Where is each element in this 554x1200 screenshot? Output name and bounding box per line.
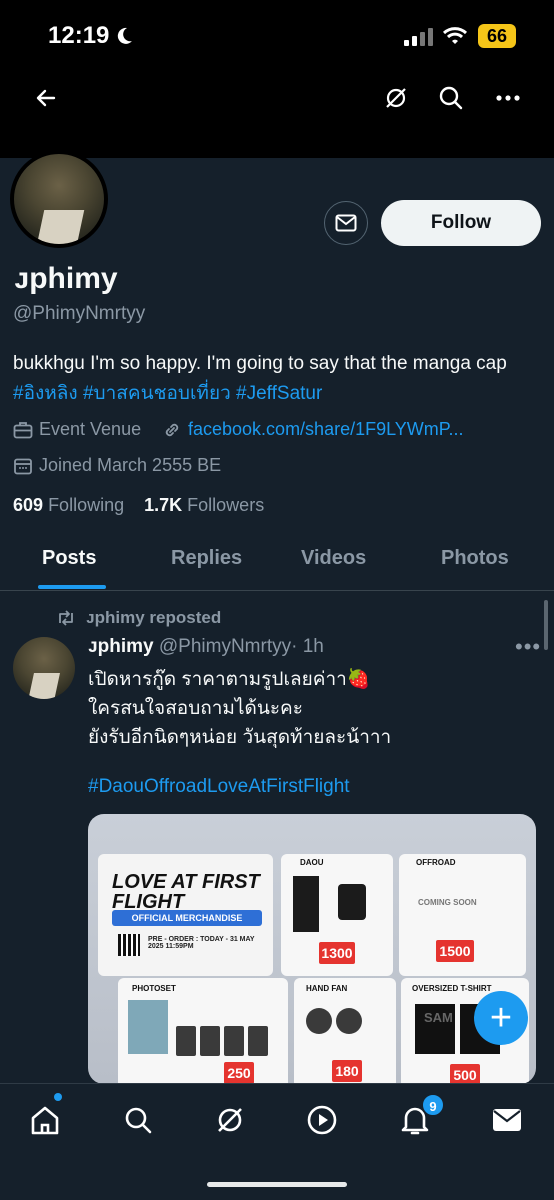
profile-joined: Joined March 2555 BE (13, 455, 221, 476)
fan-thumb (336, 1008, 362, 1034)
search-button[interactable] (433, 80, 469, 116)
search-icon (125, 1107, 152, 1134)
message-button[interactable] (324, 201, 368, 245)
price-tag: 1500 (436, 940, 474, 962)
follow-button[interactable]: Follow (381, 200, 541, 246)
bio-hashtag[interactable]: #บาสคนชอบเที่ยว (83, 383, 231, 404)
grok-button[interactable] (378, 80, 414, 116)
link-icon (165, 423, 179, 436)
tab-posts[interactable]: Posts (42, 547, 96, 570)
home-indicator (207, 1182, 347, 1187)
follow-counts: 609 Following 1.7K Followers (13, 495, 264, 516)
link-text[interactable]: facebook.com/share/1F9LYWmP... (188, 419, 463, 440)
nav-home[interactable] (25, 1100, 65, 1140)
promo-preorder: PRE - ORDER : TODAY - 31 MAY 2025 11:59P… (148, 936, 255, 950)
followers-link[interactable]: 1.7K Followers (144, 495, 264, 515)
coming-soon-text: COMING SOON (418, 898, 477, 907)
battery-indicator: 66 (478, 24, 516, 48)
bio-text: bukkhgu I'm so happy. I'm going to say t… (13, 353, 507, 374)
card-title: DAOU (300, 858, 324, 867)
repost-icon (59, 610, 73, 626)
price-tag: 250 (224, 1062, 254, 1084)
briefcase-icon (13, 421, 33, 438)
lightstick-box (293, 876, 319, 932)
more-horizontal-icon (496, 95, 520, 101)
profile-bio: bukkhgu I'm so happy. I'm going to say t… (13, 349, 543, 409)
nav-messages[interactable] (487, 1100, 527, 1140)
tab-videos[interactable]: Videos (301, 547, 366, 570)
price-tag: 180 (332, 1060, 362, 1082)
photobook (128, 1000, 168, 1054)
bio-hashtag[interactable]: #JeffSatur (236, 383, 322, 404)
post-time: · 1h (291, 636, 324, 657)
joined-text: Joined March 2555 BE (39, 455, 222, 475)
profile-link[interactable]: facebook.com/share/1F9LYWmP... (162, 419, 463, 440)
post-author-name[interactable]: ᴊphimy (88, 636, 154, 657)
lightstick (338, 884, 366, 920)
following-label: Following (48, 495, 125, 515)
post-author-handle[interactable]: @PhimyNmrtyy (159, 636, 291, 657)
play-circle-icon (307, 1105, 337, 1135)
home-icon (31, 1106, 59, 1135)
followers-label: Followers (187, 495, 265, 515)
tab-replies[interactable]: Replies (171, 547, 242, 570)
notification-count-badge: 9 (421, 1093, 445, 1117)
moon-icon (117, 27, 132, 44)
following-link[interactable]: 609 Following (13, 495, 124, 515)
plus-icon: + (489, 997, 513, 1039)
card-title: OVERSIZED T-SHIRT (412, 984, 492, 993)
profile-avatar[interactable] (10, 150, 108, 248)
card-title: PHOTOSET (132, 984, 176, 993)
followers-count: 1.7K (144, 495, 183, 515)
more-options-button[interactable] (490, 80, 526, 116)
post-author-avatar[interactable] (13, 637, 75, 699)
back-button[interactable] (28, 80, 64, 116)
repost-indicator: ᴊphimy reposted (56, 608, 221, 628)
card-title: OFFROAD (416, 858, 456, 867)
post-text: เปิดหารกู๊ด ราคาตามรูปเลยค่าา🍓 ใครสนใจสอ… (88, 669, 392, 748)
active-tab-indicator (38, 585, 106, 589)
user-handle: @PhimyNmrtyy (13, 303, 146, 324)
status-time: 12:19 (48, 22, 110, 49)
price-tag: 1300 (319, 942, 355, 964)
search-icon (439, 86, 463, 110)
promo-subtitle: OFFICIAL MERCHANDISE (112, 910, 262, 926)
envelope-icon (493, 1109, 521, 1131)
repost-label: ᴊphimy reposted (86, 608, 222, 627)
scrollbar[interactable] (544, 600, 548, 650)
post-hashtag[interactable]: #DaouOffroadLoveAtFirstFlight (88, 776, 350, 798)
envelope-icon (335, 214, 357, 232)
photo-thumb (248, 1026, 268, 1056)
category-text: Event Venue (39, 419, 142, 439)
display-name: ᴊphimy (14, 262, 118, 295)
photo-thumb (200, 1026, 220, 1056)
nav-video[interactable] (302, 1100, 342, 1140)
grok-icon (218, 1108, 242, 1132)
photo-thumb (224, 1026, 244, 1056)
wifi-icon (442, 27, 468, 44)
nav-grok[interactable] (210, 1100, 250, 1140)
compose-post-button[interactable]: + (474, 991, 528, 1045)
grok-icon (386, 88, 406, 108)
fan-thumb (306, 1008, 332, 1034)
tshirt-print: SAM (424, 1010, 453, 1025)
signal-icon (404, 28, 433, 46)
bio-hashtag[interactable]: #อิงหลิง (13, 383, 78, 404)
nav-search[interactable] (118, 1100, 158, 1140)
qr-code-icon (118, 934, 140, 956)
calendar-icon (14, 458, 32, 474)
profile-category: Event Venue (13, 419, 141, 440)
photo-thumb (176, 1026, 196, 1056)
post-more-button[interactable]: ••• (515, 634, 541, 660)
tab-photos[interactable]: Photos (441, 547, 509, 570)
profile-tabs: Posts Replies Videos Photos (0, 535, 554, 591)
post-header: ᴊphimy @PhimyNmrtyy· 1h (88, 636, 324, 658)
price-tag: 500 (450, 1064, 480, 1084)
card-title: HAND FAN (306, 984, 348, 993)
following-count: 609 (13, 495, 44, 515)
post-media-image[interactable]: LOVE AT FIRST FLIGHT OFFICIAL MERCHANDIS… (88, 814, 536, 1084)
arrow-left-icon (36, 89, 56, 107)
promo-title: LOVE AT FIRST FLIGHT (112, 871, 260, 913)
